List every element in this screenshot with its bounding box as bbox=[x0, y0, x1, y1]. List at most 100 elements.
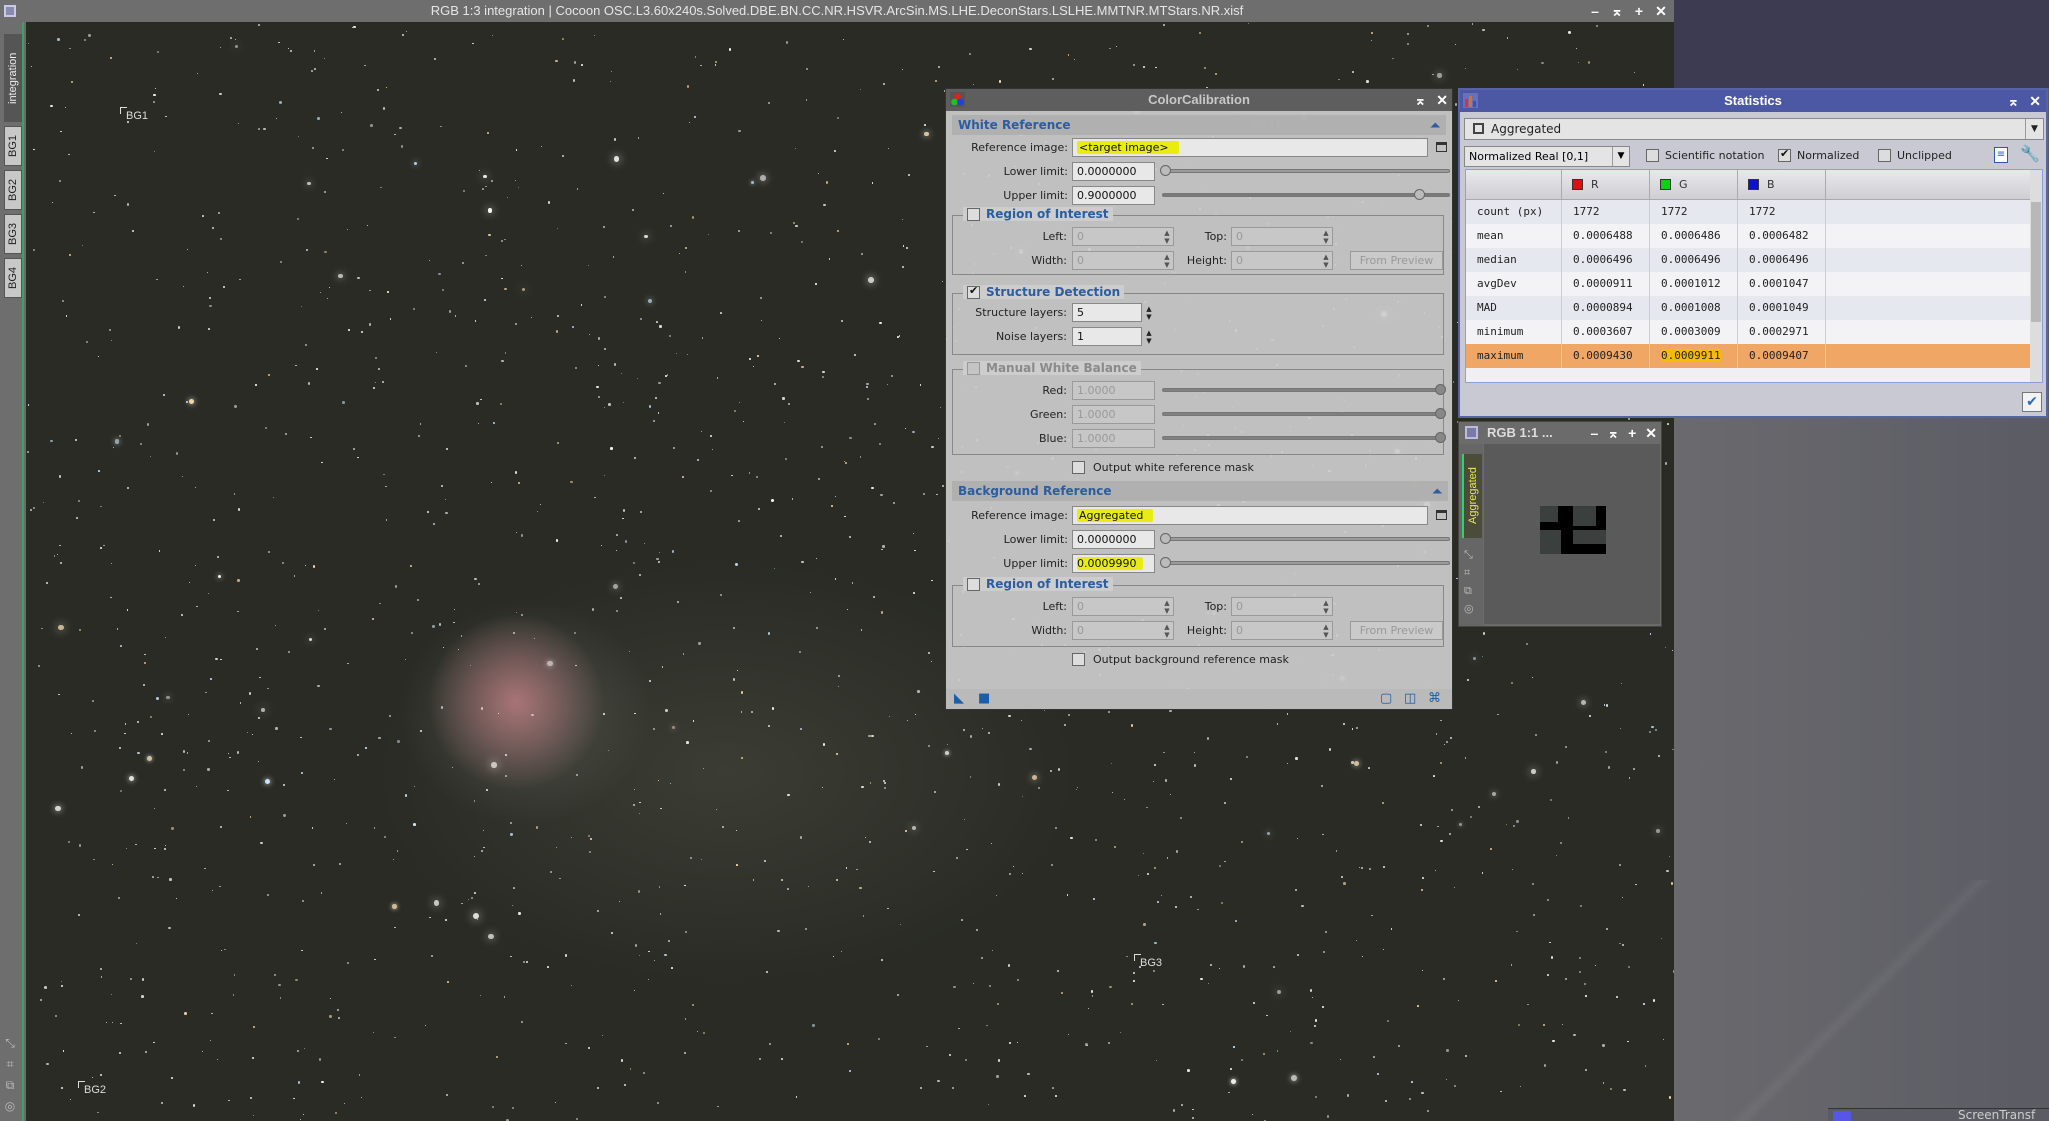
spin-icon[interactable]: ▲ ▼ bbox=[1320, 597, 1332, 616]
br-upper-limit-slider[interactable] bbox=[1162, 561, 1450, 565]
collapse-icon[interactable]: ⏶ bbox=[1430, 115, 1440, 135]
wr-reference-image-field[interactable]: <target image> bbox=[1072, 138, 1428, 157]
wrench-icon[interactable]: 🔧 bbox=[2020, 144, 2040, 163]
unclipped-option[interactable]: Unclipped bbox=[1878, 149, 1952, 162]
output-background-mask-checkbox[interactable] bbox=[1072, 653, 1085, 666]
tab-bg4[interactable]: BG4 bbox=[4, 258, 22, 298]
br-upper-limit-thumb[interactable] bbox=[1160, 557, 1171, 568]
statistics-titlebar[interactable]: Statistics ⌅ ✕ bbox=[1460, 90, 2046, 112]
red-slider-thumb[interactable] bbox=[1435, 384, 1446, 395]
green-slider-thumb[interactable] bbox=[1435, 408, 1446, 419]
scrollbar-thumb[interactable] bbox=[2031, 202, 2041, 322]
close-button[interactable]: ✕ bbox=[1654, 0, 1668, 22]
close-button[interactable]: ✕ bbox=[1436, 89, 1448, 111]
mask-icon[interactable]: ◎ bbox=[1464, 602, 1474, 615]
maximize-button[interactable]: + bbox=[1632, 0, 1646, 22]
clone-view-icon[interactable]: ⧉ bbox=[3, 1078, 17, 1093]
table-row[interactable]: minimum 0.0003607 0.0003009 0.0002971 bbox=[1466, 320, 2042, 344]
close-button[interactable]: ✕ bbox=[1645, 422, 1657, 444]
br-roi-left-input[interactable]: 0 bbox=[1072, 597, 1174, 616]
wr-roi-left-input[interactable]: 0 bbox=[1072, 227, 1174, 246]
br-roi-top-input[interactable]: 0 bbox=[1231, 597, 1333, 616]
wr-lower-limit-input[interactable]: 0.0000000 bbox=[1072, 162, 1155, 181]
tab-bg3[interactable]: BG3 bbox=[4, 214, 22, 254]
br-roi-checkbox[interactable] bbox=[967, 577, 980, 591]
normalized-checkbox[interactable] bbox=[1778, 147, 1791, 162]
br-roi-width-input[interactable]: 0 bbox=[1072, 621, 1174, 640]
normalized-option[interactable]: Normalized bbox=[1778, 147, 1859, 162]
blue-slider-thumb[interactable] bbox=[1435, 432, 1446, 443]
close-button[interactable]: ✕ bbox=[2029, 90, 2041, 112]
wr-roi-height-input[interactable]: 0 bbox=[1231, 251, 1333, 270]
scientific-notation-checkbox[interactable] bbox=[1646, 149, 1659, 162]
tab-aggregated[interactable]: Aggregated bbox=[1462, 454, 1482, 538]
green-slider[interactable] bbox=[1162, 412, 1444, 416]
wr-upper-limit-slider[interactable] bbox=[1162, 193, 1450, 197]
select-view-icon[interactable] bbox=[1436, 510, 1447, 520]
spin-icon[interactable]: ▲ ▼ bbox=[1320, 621, 1332, 640]
br-upper-limit-input[interactable]: 0.0009990 bbox=[1072, 554, 1155, 573]
mask-icon[interactable]: ◎ bbox=[3, 1099, 17, 1113]
noise-layers-input[interactable]: 1 bbox=[1072, 327, 1142, 346]
tab-bg1[interactable]: BG1 bbox=[4, 126, 22, 166]
table-row[interactable]: MAD 0.0000894 0.0001008 0.0001049 bbox=[1466, 296, 2042, 320]
red-input[interactable]: 1.0000 bbox=[1072, 381, 1155, 400]
spin-icon[interactable]: ▲ ▼ bbox=[1320, 227, 1332, 246]
table-row[interactable]: mean 0.0006488 0.0006486 0.0006482 bbox=[1466, 224, 2042, 248]
wr-roi-top-input[interactable]: 0 bbox=[1231, 227, 1333, 246]
reset-icon[interactable]: ◫ bbox=[1404, 691, 1416, 706]
green-input[interactable]: 1.0000 bbox=[1072, 405, 1155, 424]
table-scrollbar[interactable] bbox=[2030, 170, 2042, 382]
apply-icon[interactable]: ■ bbox=[978, 691, 990, 706]
chevron-down-icon[interactable]: ▼ bbox=[1612, 147, 1629, 166]
output-white-mask-option[interactable]: Output white reference mask bbox=[1072, 461, 1254, 474]
window-menu-icon[interactable] bbox=[1465, 426, 1478, 439]
blue-input[interactable]: 1.0000 bbox=[1072, 429, 1155, 448]
tab-integration[interactable]: integration bbox=[4, 34, 22, 122]
br-lower-limit-thumb[interactable] bbox=[1160, 533, 1171, 544]
blue-slider[interactable] bbox=[1162, 436, 1444, 440]
wr-roi-width-input[interactable]: 0 bbox=[1072, 251, 1174, 270]
zoom-to-fit-icon[interactable]: ⌗ bbox=[3, 1057, 17, 1072]
ok-button[interactable]: ✔ bbox=[2022, 392, 2042, 412]
maximize-button[interactable]: + bbox=[1628, 422, 1636, 444]
white-reference-header[interactable]: White Reference ⏶ bbox=[952, 115, 1446, 135]
br-lower-limit-slider[interactable] bbox=[1162, 537, 1450, 541]
wr-upper-limit-input[interactable]: 0.9000000 bbox=[1072, 186, 1155, 205]
view-selector[interactable]: Aggregated ▼ bbox=[1464, 118, 2044, 140]
preview-toggle-icon[interactable]: ⌘ bbox=[1428, 691, 1441, 706]
scientific-notation-option[interactable]: Scientific notation bbox=[1646, 149, 1765, 162]
new-instance-icon[interactable]: ◣ bbox=[954, 691, 964, 706]
tab-bg2[interactable]: BG2 bbox=[4, 170, 22, 210]
preview-label-bg3[interactable]: BG3 bbox=[1133, 954, 1162, 969]
preview-label-bg1[interactable]: BG1 bbox=[119, 107, 148, 122]
screen-transfer-window[interactable]: ScreenTransf bbox=[1828, 1108, 2049, 1121]
table-row[interactable]: avgDev 0.0000911 0.0001012 0.0001047 bbox=[1466, 272, 2042, 296]
copy-to-clipboard-icon[interactable]: ≡ bbox=[1994, 147, 2008, 163]
red-slider[interactable] bbox=[1162, 388, 1444, 392]
spin-icon[interactable]: ▲ ▼ bbox=[1161, 597, 1173, 616]
fit-view-icon[interactable]: ⤡ bbox=[3, 1036, 17, 1051]
manual-white-balance-checkbox[interactable] bbox=[967, 361, 980, 375]
preview-label-bg2[interactable]: BG2 bbox=[77, 1081, 106, 1096]
shade-button[interactable]: ⌅ bbox=[2008, 90, 2020, 112]
preview-window-titlebar[interactable]: RGB 1:1 ... – ⌅ + ✕ bbox=[1459, 422, 1661, 444]
br-reference-image-field[interactable]: Aggregated bbox=[1072, 506, 1428, 525]
spin-icon[interactable]: ▲ ▼ bbox=[1143, 303, 1155, 322]
table-row[interactable]: median 0.0006496 0.0006496 0.0006496 bbox=[1466, 248, 2042, 272]
color-calibration-titlebar[interactable]: ColorCalibration ⌅ ✕ bbox=[946, 89, 1452, 111]
table-row[interactable]: count (px) 1772 1772 1772 bbox=[1466, 200, 2042, 224]
zoom-to-fit-icon[interactable]: ⌗ bbox=[1464, 566, 1474, 580]
collapse-icon[interactable]: ⏶ bbox=[1432, 481, 1442, 501]
spin-icon[interactable]: ▲ ▼ bbox=[1143, 327, 1155, 346]
wr-from-preview-button[interactable]: From Preview bbox=[1350, 251, 1443, 270]
wr-roi-checkbox[interactable] bbox=[967, 207, 980, 221]
window-menu-icon[interactable] bbox=[4, 5, 16, 17]
fit-view-icon[interactable]: ⤡ bbox=[1464, 548, 1474, 562]
br-roi-height-input[interactable]: 0 bbox=[1231, 621, 1333, 640]
shade-button[interactable]: ⌅ bbox=[1610, 0, 1624, 22]
table-row[interactable]: maximum 0.0009430 0.0009911 0.0009407 bbox=[1466, 344, 2042, 368]
chevron-down-icon[interactable]: ▼ bbox=[2025, 119, 2043, 139]
output-background-mask-option[interactable]: Output background reference mask bbox=[1072, 653, 1289, 666]
select-view-icon[interactable] bbox=[1436, 142, 1447, 152]
